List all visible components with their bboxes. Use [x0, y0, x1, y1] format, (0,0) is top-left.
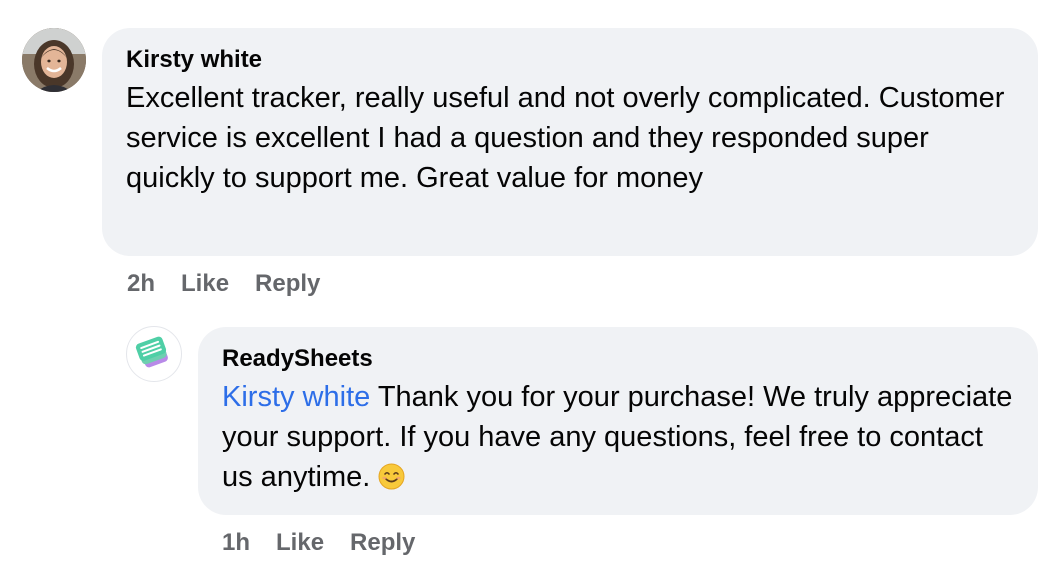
- reply-bubble: ReadySheets Kirsty white Thank you for y…: [198, 327, 1038, 515]
- reply-reply-button[interactable]: Reply: [350, 529, 415, 557]
- page-avatar[interactable]: [126, 326, 182, 382]
- comment-bubble: Kirsty white Excellent tracker, really u…: [102, 28, 1038, 256]
- reply-timestamp[interactable]: 1h: [222, 529, 250, 557]
- comment-actions: 2h Like Reply: [127, 270, 320, 298]
- avatar[interactable]: [22, 28, 86, 92]
- like-button[interactable]: Like: [181, 270, 229, 298]
- comment-timestamp[interactable]: 2h: [127, 270, 155, 298]
- reply-like-button[interactable]: Like: [276, 529, 324, 557]
- reply-button[interactable]: Reply: [255, 270, 320, 298]
- comment-author[interactable]: Kirsty white: [126, 44, 1014, 76]
- user-photo-icon: [22, 28, 86, 92]
- smiling-face-icon: [378, 461, 405, 490]
- readysheets-logo-icon: [135, 336, 168, 368]
- mention-link[interactable]: Kirsty white: [222, 381, 370, 413]
- reply-actions: 1h Like Reply: [222, 529, 415, 557]
- reply-author[interactable]: ReadySheets: [222, 343, 1014, 375]
- reply-text: Kirsty white Thank you for your purchase…: [222, 377, 1014, 497]
- comment-text: Excellent tracker, really useful and not…: [126, 82, 1005, 194]
